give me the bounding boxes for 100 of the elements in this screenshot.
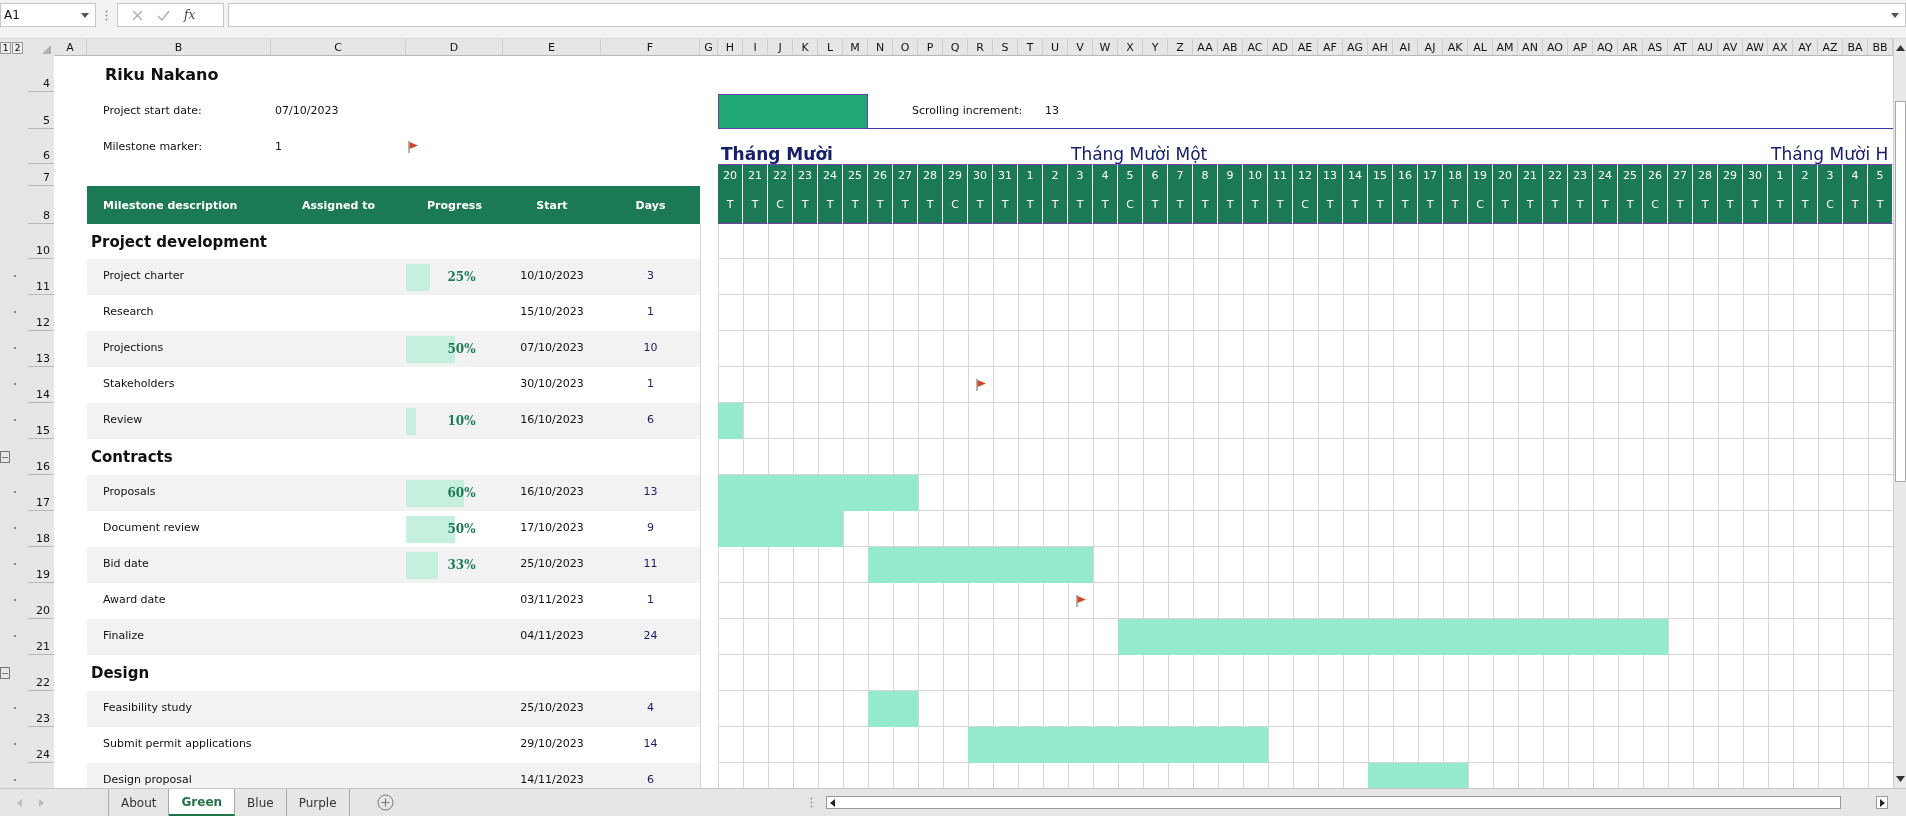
- column-header[interactable]: AC: [1243, 39, 1268, 56]
- column-header[interactable]: Z: [1168, 39, 1193, 56]
- scroll-thumb[interactable]: [825, 796, 1841, 809]
- column-header[interactable]: AG: [1343, 39, 1368, 56]
- column-header[interactable]: AD: [1268, 39, 1293, 56]
- scroll-left-icon[interactable]: [829, 798, 835, 807]
- row-header[interactable]: 16: [28, 439, 54, 475]
- column-header[interactable]: L: [818, 39, 843, 56]
- collapse-button[interactable]: [0, 667, 10, 679]
- column-header[interactable]: AK: [1443, 39, 1468, 56]
- sheet-tab[interactable]: Green: [169, 789, 236, 816]
- column-header[interactable]: W: [1093, 39, 1118, 56]
- row-header[interactable]: 7: [28, 164, 54, 186]
- column-header[interactable]: AI: [1393, 39, 1418, 56]
- column-header[interactable]: K: [793, 39, 818, 56]
- row-header[interactable]: 18: [28, 511, 54, 547]
- column-header[interactable]: BA: [1843, 39, 1868, 56]
- column-header[interactable]: AS: [1643, 39, 1668, 56]
- row-header[interactable]: 21: [28, 619, 54, 655]
- column-header[interactable]: H: [718, 39, 743, 56]
- column-header[interactable]: C: [271, 39, 406, 56]
- column-header[interactable]: AX: [1768, 39, 1793, 56]
- row-header[interactable]: 11: [28, 259, 54, 295]
- column-header[interactable]: AV: [1718, 39, 1743, 56]
- outline-level-button[interactable]: 1: [0, 41, 11, 54]
- column-header[interactable]: AQ: [1593, 39, 1618, 56]
- scroll-right-button[interactable]: [1876, 796, 1888, 809]
- select-all-icon[interactable]: [42, 45, 51, 54]
- column-header[interactable]: Y: [1143, 39, 1168, 56]
- column-header[interactable]: AT: [1668, 39, 1693, 56]
- row-header[interactable]: 10: [28, 224, 54, 259]
- scroll-up-icon[interactable]: [1895, 45, 1905, 51]
- weekday-label: C: [1293, 186, 1318, 224]
- column-header[interactable]: T: [1018, 39, 1043, 56]
- column-header[interactable]: G: [700, 39, 718, 56]
- column-header[interactable]: R: [968, 39, 993, 56]
- column-header[interactable]: AM: [1493, 39, 1518, 56]
- column-header[interactable]: U: [1043, 39, 1068, 56]
- column-header[interactable]: Q: [943, 39, 968, 56]
- column-header[interactable]: AU: [1693, 39, 1718, 56]
- column-header[interactable]: AJ: [1418, 39, 1443, 56]
- insert-function-button[interactable]: fx: [184, 8, 196, 22]
- scroll-control[interactable]: [718, 94, 868, 129]
- column-header[interactable]: AR: [1618, 39, 1643, 56]
- sheet-tab[interactable]: Purple: [286, 789, 350, 816]
- next-sheet-icon[interactable]: [39, 798, 44, 807]
- row-header[interactable]: 6: [28, 129, 54, 164]
- column-header[interactable]: AF: [1318, 39, 1343, 56]
- column-header[interactable]: M: [843, 39, 868, 56]
- column-header[interactable]: X: [1118, 39, 1143, 56]
- cancel-icon[interactable]: [132, 9, 143, 21]
- column-header[interactable]: N: [868, 39, 893, 56]
- row-header[interactable]: 17: [28, 475, 54, 511]
- row-header[interactable]: 8: [28, 186, 54, 224]
- check-icon[interactable]: [157, 9, 170, 21]
- column-header[interactable]: B: [87, 39, 271, 56]
- formula-input[interactable]: [228, 3, 1906, 27]
- row-header[interactable]: 22: [28, 655, 54, 691]
- scroll-down-icon[interactable]: [1895, 776, 1905, 782]
- column-header[interactable]: AW: [1743, 39, 1768, 56]
- outline-level-button[interactable]: 2: [12, 41, 23, 54]
- column-header[interactable]: P: [918, 39, 943, 56]
- scroll-thumb[interactable]: [1894, 101, 1906, 482]
- column-header[interactable]: AH: [1368, 39, 1393, 56]
- row-header[interactable]: 5: [28, 92, 54, 129]
- column-header[interactable]: BB: [1868, 39, 1893, 56]
- vertical-scrollbar[interactable]: [1893, 39, 1906, 788]
- name-box[interactable]: A1: [0, 3, 96, 27]
- row-header[interactable]: 4: [28, 56, 54, 92]
- column-header[interactable]: V: [1068, 39, 1093, 56]
- day-count: 6: [646, 773, 655, 786]
- column-header[interactable]: AO: [1543, 39, 1568, 56]
- column-header[interactable]: AZ: [1818, 39, 1843, 56]
- add-sheet-icon[interactable]: [376, 794, 394, 811]
- previous-sheet-icon[interactable]: [17, 798, 22, 807]
- column-header[interactable]: S: [993, 39, 1018, 56]
- column-header[interactable]: AE: [1293, 39, 1318, 56]
- row-header[interactable]: 15: [28, 403, 54, 439]
- column-header[interactable]: A: [54, 39, 87, 56]
- column-header[interactable]: E: [503, 39, 601, 56]
- row-header[interactable]: 19: [28, 547, 54, 583]
- column-header[interactable]: AB: [1218, 39, 1243, 56]
- collapse-button[interactable]: [0, 451, 10, 463]
- column-header[interactable]: F: [601, 39, 700, 56]
- column-header[interactable]: AN: [1518, 39, 1543, 56]
- column-header[interactable]: AY: [1793, 39, 1818, 56]
- column-header[interactable]: J: [768, 39, 793, 56]
- row-header[interactable]: 24: [28, 727, 54, 763]
- column-header[interactable]: AL: [1468, 39, 1493, 56]
- row-header[interactable]: 23: [28, 691, 54, 727]
- column-header[interactable]: I: [743, 39, 768, 56]
- column-header[interactable]: AA: [1193, 39, 1218, 56]
- row-header[interactable]: 13: [28, 331, 54, 367]
- column-header[interactable]: O: [893, 39, 918, 56]
- row-header[interactable]: 20: [28, 583, 54, 619]
- row-header[interactable]: 12: [28, 295, 54, 331]
- sheet-tab[interactable]: Blue: [235, 789, 287, 816]
- column-header[interactable]: AP: [1568, 39, 1593, 56]
- column-header[interactable]: D: [406, 39, 503, 56]
- row-header[interactable]: 14: [28, 367, 54, 403]
